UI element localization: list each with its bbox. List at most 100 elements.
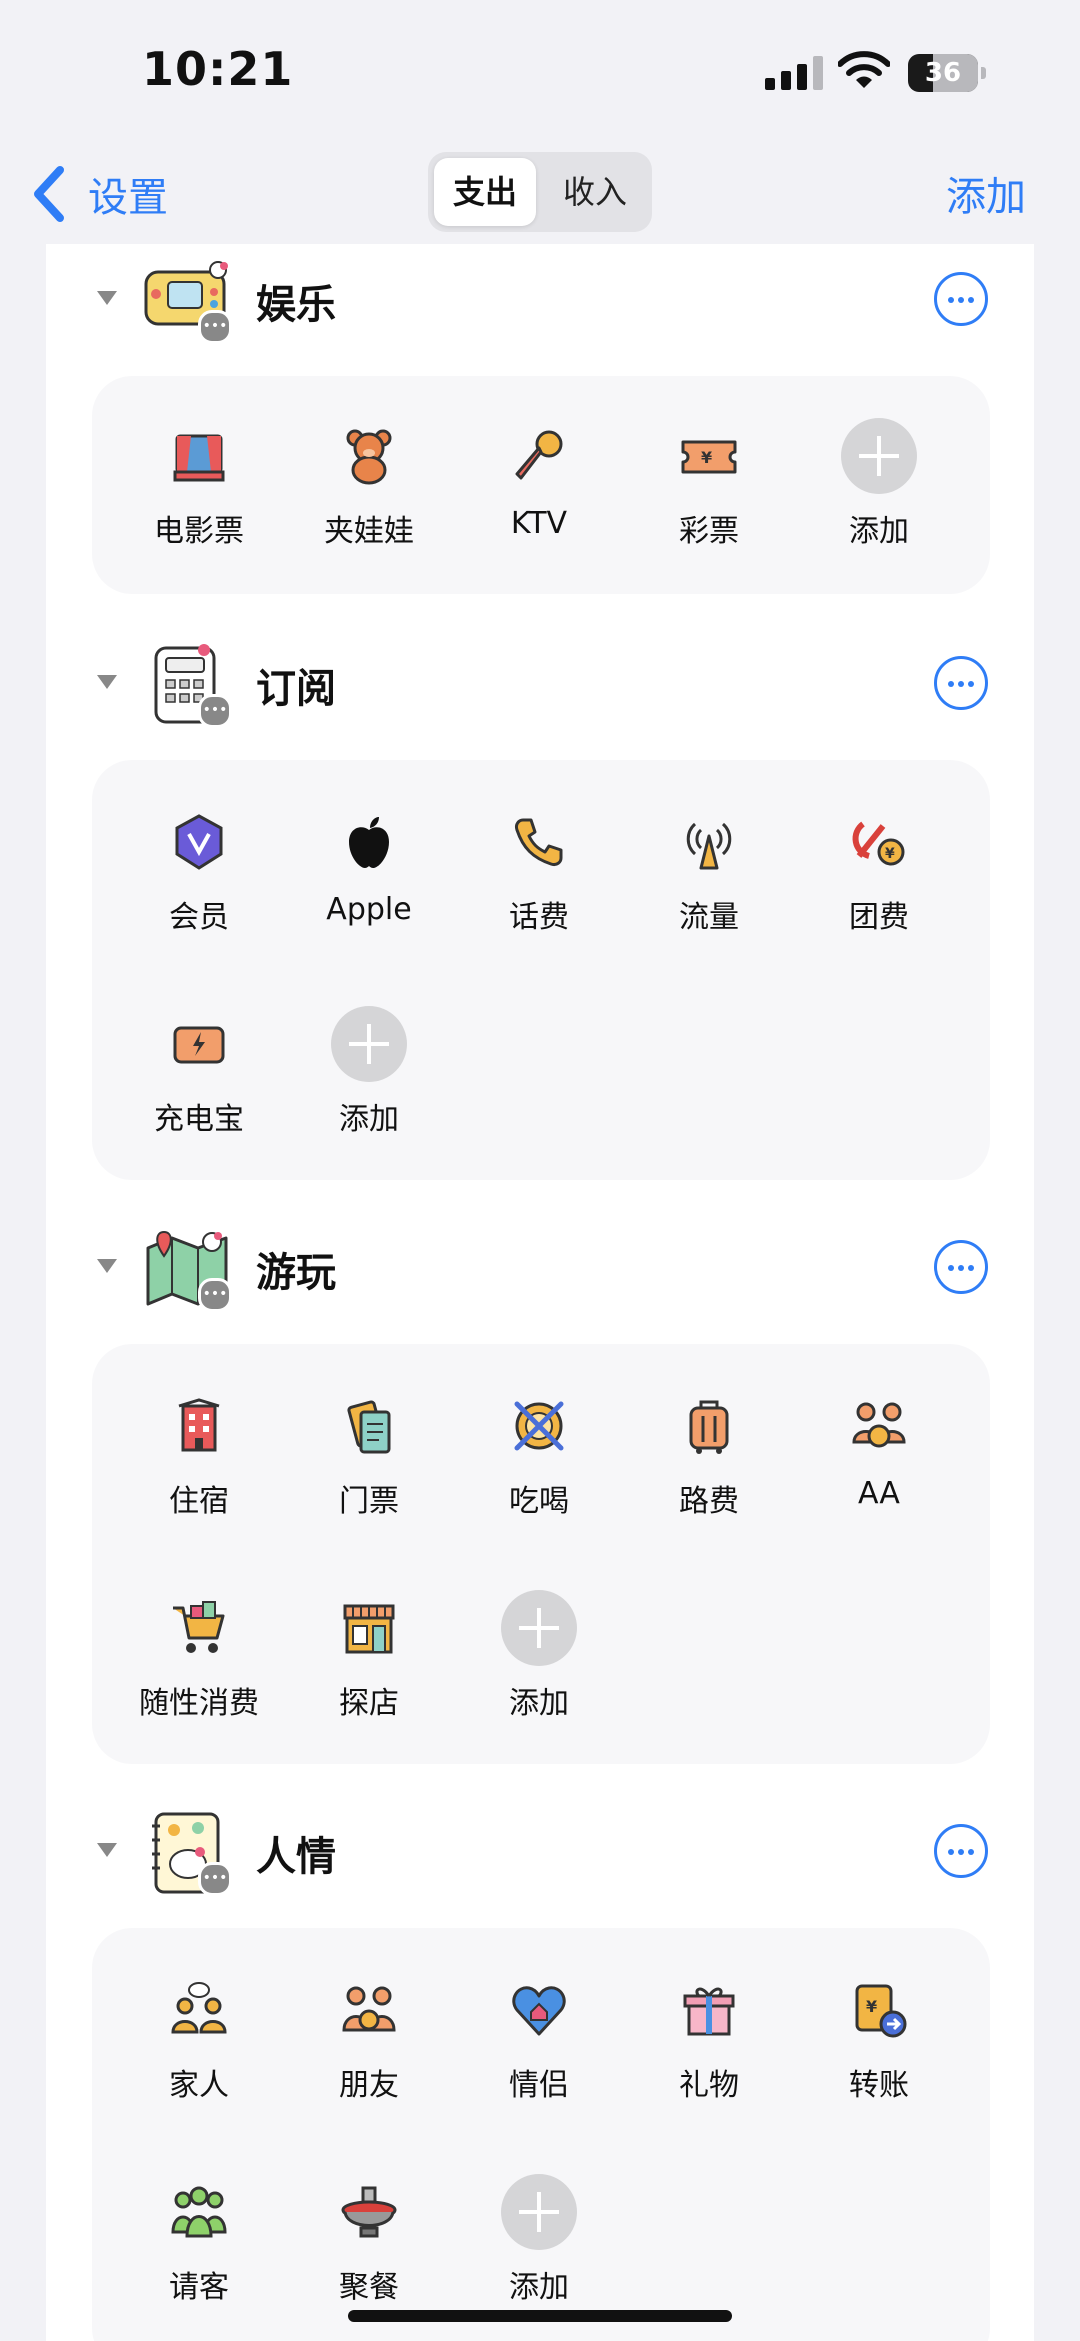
section-title: 游玩 bbox=[256, 1250, 336, 1296]
category-item-couple[interactable]: 情侣 bbox=[454, 1980, 624, 2130]
category-label: 添加 bbox=[509, 1686, 569, 1721]
category-item-shop-visit[interactable]: 探店 bbox=[284, 1598, 454, 1748]
category-label: 随性消费 bbox=[139, 1686, 259, 1721]
section-card-subscription: 会员 Apple 话费 流量 ¥ 团费 充电宝 添加 bbox=[92, 760, 990, 1180]
category-item-party-dues[interactable]: ¥ 团费 bbox=[794, 812, 964, 962]
tab-expense[interactable]: 支出 bbox=[434, 158, 536, 226]
hammer-sickle-coin-icon: ¥ bbox=[852, 821, 905, 866]
category-label: 电影票 bbox=[154, 514, 244, 549]
section-title: 订阅 bbox=[256, 666, 336, 712]
category-item-gift[interactable]: 礼物 bbox=[624, 1980, 794, 2130]
svg-text:¥: ¥ bbox=[866, 1997, 877, 2016]
plate-cutlery-icon bbox=[514, 1401, 564, 1451]
category-label: 路费 bbox=[679, 1484, 739, 1519]
collapse-caret-icon[interactable] bbox=[94, 288, 120, 308]
split-bill-people-icon bbox=[852, 1402, 906, 1448]
category-label: 夹娃娃 bbox=[324, 514, 414, 549]
transfer-icon: ¥ bbox=[855, 1984, 907, 2038]
more-options-button[interactable] bbox=[934, 1824, 988, 1878]
category-item-family[interactable]: 家人 bbox=[114, 1980, 284, 2130]
suitcase-icon bbox=[689, 1400, 729, 1454]
svg-text:¥: ¥ bbox=[701, 448, 712, 467]
section-card-entertainment: 电影票 夹娃娃 KTV ¥ 彩票 添加 bbox=[92, 376, 990, 594]
category-item-lottery[interactable]: ¥ 彩票 bbox=[624, 426, 794, 576]
category-item-random-spending[interactable]: 随性消费 bbox=[114, 1598, 284, 1748]
section-card-social: 家人 朋友 情侣 礼物 ¥ 转账 请客 聚餐 添加 bbox=[92, 1928, 990, 2341]
plus-icon bbox=[331, 1006, 407, 1082]
category-item-friends[interactable]: 朋友 bbox=[284, 1980, 454, 2130]
category-label: Apple bbox=[326, 892, 412, 927]
category-item-data-plan[interactable]: 流量 bbox=[624, 812, 794, 962]
movie-theater-icon bbox=[173, 434, 225, 482]
category-item-treat[interactable]: 请客 bbox=[114, 2182, 284, 2332]
category-label: 添加 bbox=[849, 514, 909, 549]
category-label: 门票 bbox=[339, 1484, 399, 1519]
apple-logo-icon bbox=[349, 817, 389, 868]
category-label: 添加 bbox=[339, 1102, 399, 1137]
power-bank-icon bbox=[173, 1026, 225, 1064]
back-button[interactable]: 设置 bbox=[32, 164, 168, 224]
cellular-signal-icon bbox=[765, 56, 823, 90]
home-indicator[interactable] bbox=[348, 2310, 732, 2322]
edit-badge-icon: ••• bbox=[198, 694, 232, 728]
category-item-claw-machine[interactable]: 夹娃娃 bbox=[284, 426, 454, 576]
collapse-caret-icon[interactable] bbox=[94, 672, 120, 692]
category-item-hotel[interactable]: 住宿 bbox=[114, 1396, 284, 1546]
category-label: 彩票 bbox=[679, 514, 739, 549]
section-title: 人情 bbox=[256, 1834, 336, 1880]
hotel-building-icon bbox=[178, 1398, 220, 1452]
category-item-aa[interactable]: AA bbox=[794, 1396, 964, 1546]
category-item-travel-cost[interactable]: 路费 bbox=[624, 1396, 794, 1546]
add-item-button[interactable]: 添加 bbox=[794, 418, 964, 576]
category-item-membership[interactable]: 会员 bbox=[114, 812, 284, 962]
section-header-entertainment: ••• 娱乐 bbox=[46, 244, 1034, 364]
collapse-caret-icon[interactable] bbox=[94, 1840, 120, 1860]
edit-badge-icon: ••• bbox=[198, 310, 232, 344]
category-label: 情侣 bbox=[509, 2068, 569, 2103]
teddy-bear-icon bbox=[346, 429, 392, 485]
edit-badge-icon: ••• bbox=[198, 1278, 232, 1312]
category-label: 请客 bbox=[169, 2270, 229, 2305]
category-item-ktv[interactable]: KTV bbox=[454, 426, 624, 576]
category-item-apple[interactable]: Apple bbox=[284, 812, 454, 962]
plus-icon bbox=[501, 2174, 577, 2250]
collapse-caret-icon[interactable] bbox=[94, 1256, 120, 1276]
category-item-movie-ticket[interactable]: 电影票 bbox=[114, 426, 284, 576]
category-label: 转账 bbox=[849, 2068, 909, 2103]
add-category-button[interactable]: 添加 bbox=[946, 164, 1026, 222]
category-label: KTV bbox=[510, 506, 568, 541]
category-item-phone-bill[interactable]: 话费 bbox=[454, 812, 624, 962]
category-item-transfer[interactable]: ¥ 转账 bbox=[794, 1980, 964, 2130]
category-label: 流量 bbox=[679, 900, 739, 935]
category-label: 家人 bbox=[169, 2068, 229, 2103]
tab-income[interactable]: 收入 bbox=[544, 158, 646, 226]
category-label: 团费 bbox=[849, 900, 909, 935]
more-options-button[interactable] bbox=[934, 656, 988, 710]
section-header-travel: ••• 游玩 bbox=[46, 1212, 1034, 1332]
plus-icon bbox=[841, 418, 917, 494]
section-card-travel: 住宿 门票 吃喝 路费 AA 随性消费 探店 添加 bbox=[92, 1344, 990, 1764]
friends-icon bbox=[342, 1986, 396, 2032]
family-icon bbox=[171, 1982, 227, 2034]
wifi-icon bbox=[838, 51, 890, 88]
category-label: 会员 bbox=[169, 900, 229, 935]
category-item-food[interactable]: 吃喝 bbox=[454, 1396, 624, 1546]
status-time: 10:21 bbox=[142, 42, 294, 96]
group-people-icon bbox=[171, 2186, 227, 2238]
gift-box-icon bbox=[683, 1987, 735, 2036]
category-list: ••• 娱乐 电影票 夹娃娃 KTV ¥ 彩票 添加 ••• 订阅 会员 App… bbox=[46, 244, 1034, 2341]
category-label: AA bbox=[858, 1476, 900, 1511]
add-item-button[interactable]: 添加 bbox=[284, 1006, 454, 1164]
category-item-tickets[interactable]: 门票 bbox=[284, 1396, 454, 1546]
category-label: 添加 bbox=[509, 2270, 569, 2305]
add-item-button[interactable]: 添加 bbox=[454, 1590, 624, 1748]
type-segmented-control: 支出 收入 bbox=[428, 152, 652, 232]
section-header-subscription: ••• 订阅 bbox=[46, 628, 1034, 748]
more-options-button[interactable] bbox=[934, 1240, 988, 1294]
category-label: 住宿 bbox=[169, 1484, 229, 1519]
section-title: 娱乐 bbox=[256, 282, 336, 328]
category-item-power-bank[interactable]: 充电宝 bbox=[114, 1014, 284, 1164]
more-options-button[interactable] bbox=[934, 272, 988, 326]
microphone-icon bbox=[515, 430, 563, 480]
category-label: 探店 bbox=[339, 1686, 399, 1721]
